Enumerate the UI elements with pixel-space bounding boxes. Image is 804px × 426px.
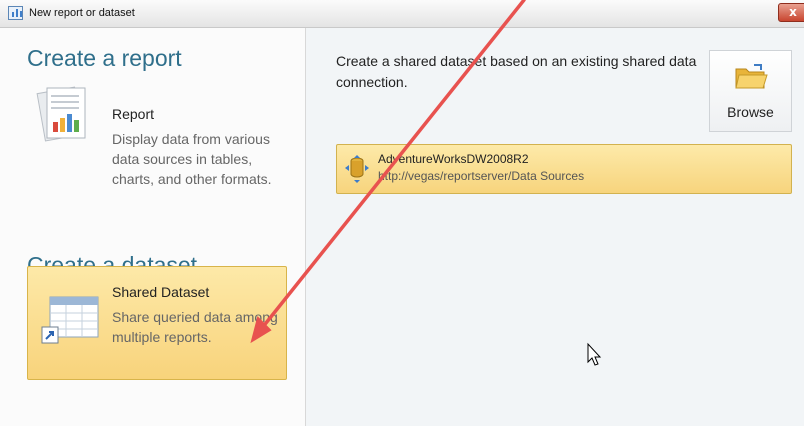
report-icon: [36, 86, 86, 142]
close-button[interactable]: x: [778, 3, 804, 22]
shared-dataset-option[interactable]: Shared Dataset Share queried data among …: [27, 266, 287, 380]
title-bar: New report or dataset x: [0, 0, 804, 28]
data-source-url: http://vegas/reportserver/Data Sources: [378, 169, 585, 183]
dataset-instructions: Create a shared dataset based on an exis…: [336, 53, 697, 90]
data-source-icon: [345, 155, 369, 183]
report-option[interactable]: Report Display data from various data so…: [27, 70, 289, 187]
data-source-name: AdventureWorksDW2008R2: [378, 152, 529, 166]
window-title: New report or dataset: [29, 7, 135, 19]
data-source-item[interactable]: AdventureWorksDW2008R2 http://vegas/repo…: [336, 144, 792, 194]
browse-button[interactable]: Browse: [709, 50, 792, 132]
new-report-dialog: New report or dataset x Create a report …: [0, 0, 804, 426]
report-option-title: Report: [112, 106, 155, 122]
report-builder-app-icon: [8, 6, 23, 20]
shared-dataset-icon: [41, 296, 99, 344]
shared-dataset-description: Share queried data among multiple report…: [112, 309, 278, 345]
report-option-description: Display data from various data sources i…: [112, 131, 272, 187]
folder-icon: [735, 64, 768, 89]
shared-dataset-title: Shared Dataset: [112, 284, 210, 300]
create-report-heading: Create a report: [27, 45, 182, 71]
browse-label: Browse: [727, 104, 774, 120]
